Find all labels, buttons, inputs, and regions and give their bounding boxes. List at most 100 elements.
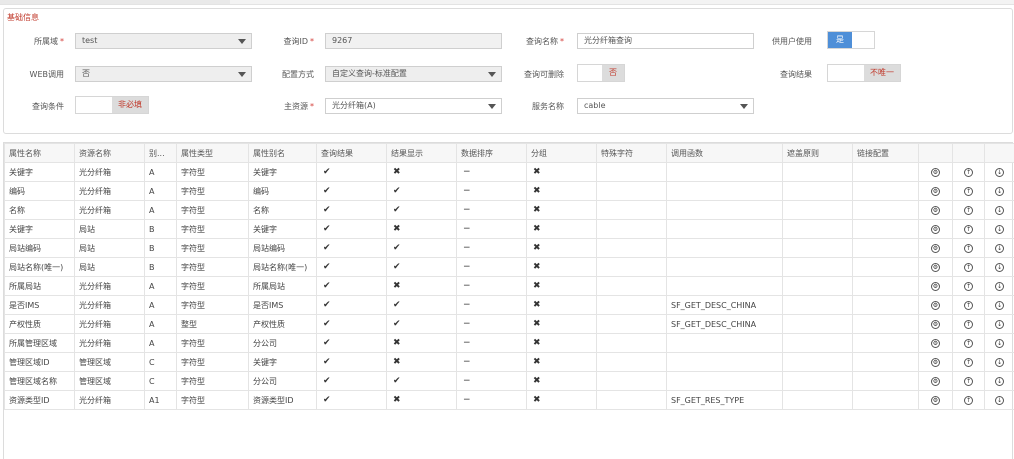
move-down-icon[interactable]: ↓ xyxy=(995,377,1004,386)
move-down-icon[interactable]: ↓ xyxy=(995,358,1004,367)
table-row[interactable]: 所属管理区域光分纤箱A字符型分公司✔✖−✖⚙↑↓ xyxy=(5,334,1014,353)
move-up-icon[interactable]: ↑ xyxy=(964,263,973,272)
table-row[interactable]: 资源类型ID光分纤箱A1字符型资源类型ID✔✖−✖SF_GET_RES_TYPE… xyxy=(5,391,1014,410)
web-select[interactable]: 否 xyxy=(75,66,252,82)
query-id-label: 查询ID* xyxy=(244,36,314,47)
move-up-icon[interactable]: ↑ xyxy=(964,282,973,291)
column-header[interactable]: 数据排序 xyxy=(457,144,527,163)
for-user-toggle[interactable]: 是 xyxy=(827,31,875,49)
table-row[interactable]: 管理区域ID管理区域C字符型关键字✔✖−✖⚙↑↓ xyxy=(5,353,1014,372)
table-row[interactable]: 所属局站光分纤箱A字符型所属局站✔✖−✖⚙↑↓ xyxy=(5,277,1014,296)
query-id-input[interactable]: 9267 xyxy=(325,33,502,49)
settings-icon[interactable]: ⚙ xyxy=(931,339,940,348)
table-cell: C xyxy=(145,353,177,372)
table-cell: SF_GET_RES_TYPE xyxy=(667,391,783,410)
table-cell: A xyxy=(145,201,177,220)
move-down-icon[interactable]: ↓ xyxy=(995,339,1004,348)
config-select[interactable]: 自定义查询-标准配置 xyxy=(325,66,502,82)
table-cell: 光分纤箱 xyxy=(75,182,145,201)
move-down-icon[interactable]: ↓ xyxy=(995,168,1004,177)
column-header[interactable]: 结果显示 xyxy=(387,144,457,163)
table-cell xyxy=(783,163,853,182)
move-up-icon[interactable]: ↑ xyxy=(964,168,973,177)
condition-toggle[interactable]: 非必填 xyxy=(75,96,149,114)
move-down-icon[interactable]: ↓ xyxy=(995,244,1004,253)
settings-icon[interactable]: ⚙ xyxy=(931,377,940,386)
table-cell xyxy=(667,220,783,239)
column-header[interactable]: 分组 xyxy=(527,144,597,163)
column-header[interactable]: 特殊字符 xyxy=(597,144,667,163)
service-label: 服务名称 xyxy=(494,101,564,112)
move-down-icon[interactable]: ↓ xyxy=(995,206,1004,215)
move-down-icon[interactable]: ↓ xyxy=(995,320,1004,329)
table-cell: 管理区域 xyxy=(75,372,145,391)
table-row[interactable]: 关键字光分纤箱A字符型关键字✔✖−✖⚙↑↓ xyxy=(5,163,1014,182)
table-row[interactable]: 名称光分纤箱A字符型名称✔✔−✖⚙↑↓ xyxy=(5,201,1014,220)
move-up-icon[interactable]: ↑ xyxy=(964,187,973,196)
column-header[interactable]: 属性名称 xyxy=(5,144,75,163)
settings-icon[interactable]: ⚙ xyxy=(931,263,940,272)
table-cell: ✖ xyxy=(527,258,597,277)
move-up-icon[interactable]: ↑ xyxy=(964,339,973,348)
service-select[interactable]: cable xyxy=(577,98,754,114)
table-row[interactable]: 产权性质光分纤箱A整型产权性质✔✔−✖SF_GET_DESC_CHINA⚙↑↓ xyxy=(5,315,1014,334)
table-cell xyxy=(597,163,667,182)
move-down-icon[interactable]: ↓ xyxy=(995,187,1004,196)
table-cell xyxy=(597,315,667,334)
settings-icon[interactable]: ⚙ xyxy=(931,396,940,405)
settings-icon[interactable]: ⚙ xyxy=(931,358,940,367)
move-up-icon[interactable]: ↑ xyxy=(964,301,973,310)
column-header[interactable]: 属性别名 xyxy=(249,144,317,163)
table-row[interactable]: 管理区域名称管理区域C字符型分公司✔✔−✖⚙↑↓ xyxy=(5,372,1014,391)
settings-icon[interactable]: ⚙ xyxy=(931,168,940,177)
table-cell: ✔ xyxy=(387,258,457,277)
settings-icon[interactable]: ⚙ xyxy=(931,320,940,329)
table-cell xyxy=(597,277,667,296)
settings-icon[interactable]: ⚙ xyxy=(931,206,940,215)
table-row[interactable]: 局站名称(唯一)局站B字符型局站名称(唯一)✔✔−✖⚙↑↓ xyxy=(5,258,1014,277)
table-cell xyxy=(667,201,783,220)
move-up-icon[interactable]: ↑ xyxy=(964,244,973,253)
column-header[interactable]: 遮盖原则 xyxy=(783,144,853,163)
move-up-icon[interactable]: ↑ xyxy=(964,206,973,215)
move-down-icon[interactable]: ↓ xyxy=(995,282,1004,291)
move-up-icon[interactable]: ↑ xyxy=(964,358,973,367)
table-cell: − xyxy=(457,296,527,315)
settings-icon[interactable]: ⚙ xyxy=(931,301,940,310)
table-cell xyxy=(783,182,853,201)
action-cell: ↓ xyxy=(985,334,1014,353)
move-up-icon[interactable]: ↑ xyxy=(964,377,973,386)
table-cell: ✔ xyxy=(387,315,457,334)
move-down-icon[interactable]: ↓ xyxy=(995,396,1004,405)
table-row[interactable]: 是否IMS光分纤箱A字符型是否IMS✔✔−✖SF_GET_DESC_CHINA⚙… xyxy=(5,296,1014,315)
table-cell: 光分纤箱 xyxy=(75,163,145,182)
table-row[interactable]: 局站编码局站B字符型局站编码✔✔−✖⚙↑↓ xyxy=(5,239,1014,258)
move-down-icon[interactable]: ↓ xyxy=(995,301,1004,310)
move-up-icon[interactable]: ↑ xyxy=(964,225,973,234)
column-header[interactable]: 资源名称 xyxy=(75,144,145,163)
settings-icon[interactable]: ⚙ xyxy=(931,225,940,234)
deletable-toggle[interactable]: 否 xyxy=(577,64,625,82)
table-cell: 管理区域ID xyxy=(5,353,75,372)
move-down-icon[interactable]: ↓ xyxy=(995,263,1004,272)
query-name-input[interactable]: 光分纤箱查询 xyxy=(577,33,754,49)
table-cell xyxy=(783,353,853,372)
column-header[interactable]: 链接配置 xyxy=(853,144,919,163)
column-header[interactable]: 查询结果 xyxy=(317,144,387,163)
column-header[interactable]: 调用函数 xyxy=(667,144,783,163)
move-up-icon[interactable]: ↑ xyxy=(964,320,973,329)
column-header[interactable]: 属性类型 xyxy=(177,144,249,163)
settings-icon[interactable]: ⚙ xyxy=(931,282,940,291)
action-cell: ↑ xyxy=(953,239,985,258)
table-row[interactable]: 关键字局站B字符型关键字✔✖−✖⚙↑↓ xyxy=(5,220,1014,239)
column-header[interactable]: 别... xyxy=(145,144,177,163)
domain-select[interactable]: test xyxy=(75,33,252,49)
result-toggle[interactable]: 不唯一 xyxy=(827,64,901,82)
move-down-icon[interactable]: ↓ xyxy=(995,225,1004,234)
move-up-icon[interactable]: ↑ xyxy=(964,396,973,405)
settings-icon[interactable]: ⚙ xyxy=(931,244,940,253)
resource-select[interactable]: 光分纤箱(A) xyxy=(325,98,502,114)
table-cell: 编码 xyxy=(249,182,317,201)
table-row[interactable]: 编码光分纤箱A字符型编码✔✔−✖⚙↑↓ xyxy=(5,182,1014,201)
settings-icon[interactable]: ⚙ xyxy=(931,187,940,196)
